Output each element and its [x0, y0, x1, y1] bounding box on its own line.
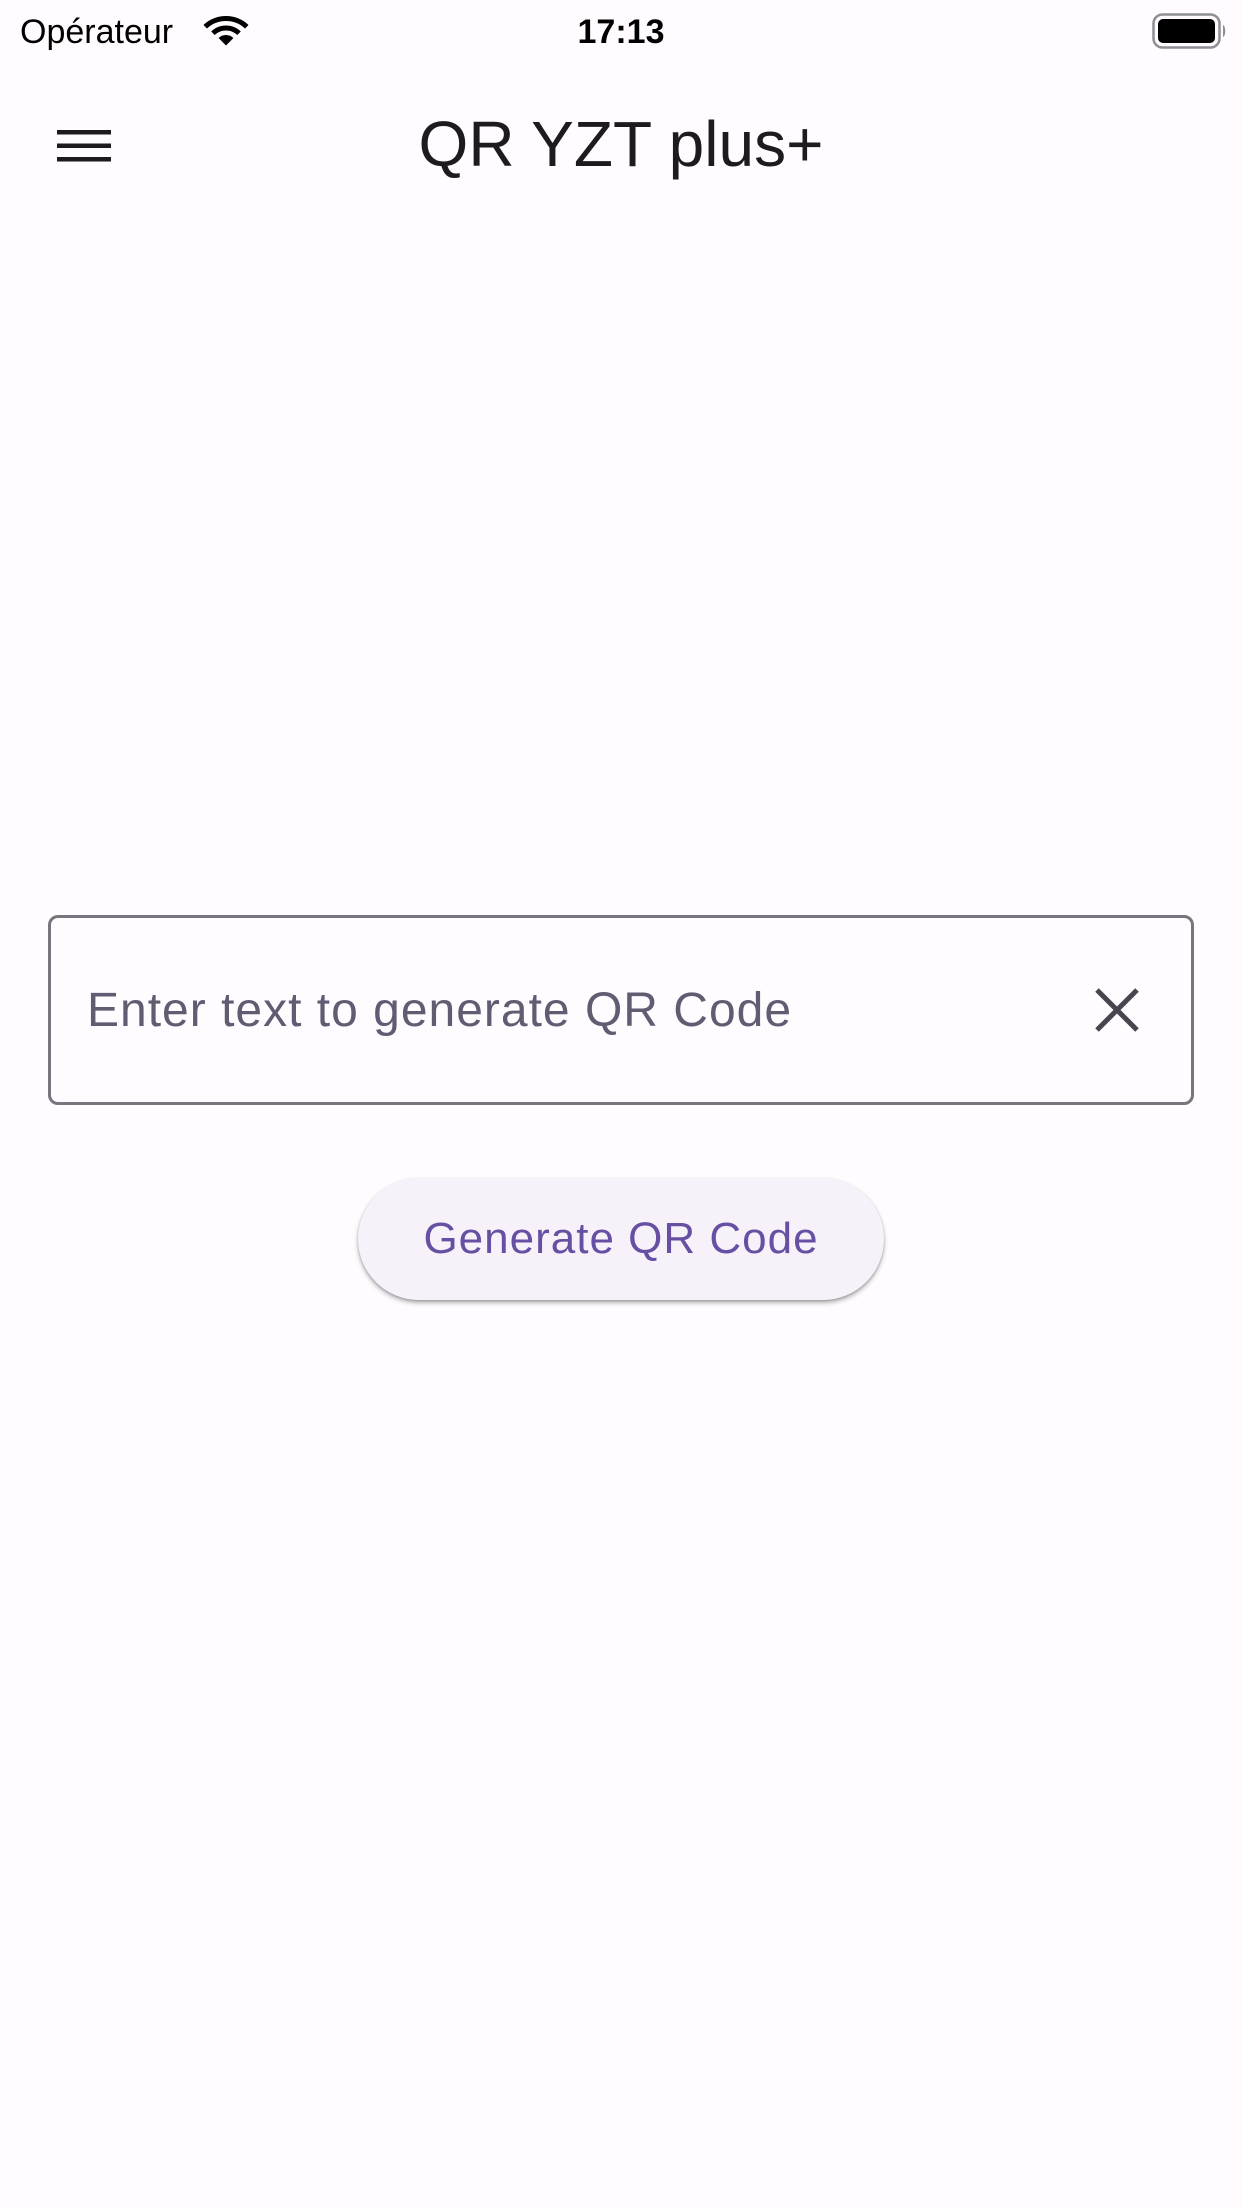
app-bar: QR YZT plus+ — [0, 64, 1242, 224]
page-title: QR YZT plus+ — [418, 108, 824, 180]
generate-qr-button[interactable]: Generate QR Code — [358, 1178, 884, 1300]
battery-icon — [1152, 13, 1226, 49]
qr-text-input[interactable] — [87, 918, 1087, 1102]
clear-text-button[interactable] — [1063, 956, 1171, 1064]
qr-text-field[interactable] — [48, 915, 1194, 1105]
close-icon — [1095, 988, 1139, 1032]
status-time: 17:13 — [577, 13, 665, 51]
status-bar: Opérateur 17:13 — [0, 0, 1242, 64]
